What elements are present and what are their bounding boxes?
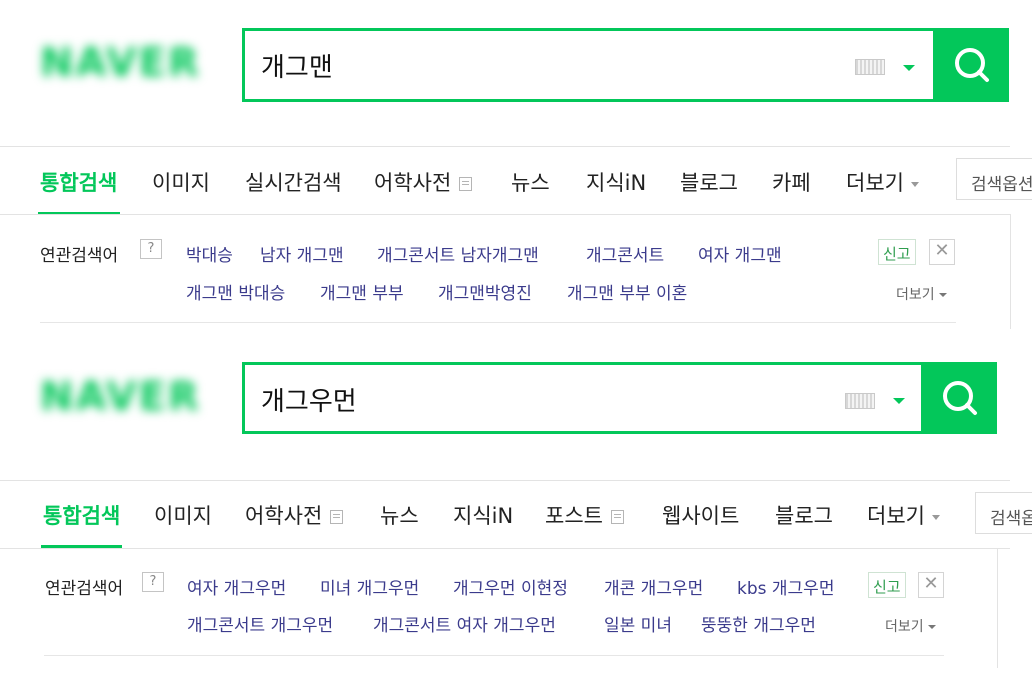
tab-kin[interactable]: 지식iN [586, 167, 646, 197]
related-link[interactable]: 개그콘서트 여자 개그우먼 [373, 611, 556, 636]
tab-more-label: 더보기 [867, 504, 925, 528]
tab-integrated[interactable]: 통합검색 [43, 500, 120, 530]
tabs-divider-top [0, 146, 1010, 147]
naver-logo[interactable]: NAVER [40, 40, 201, 86]
search-input[interactable]: 개그우먼 [261, 381, 357, 418]
search-box: 개그우먼 [242, 362, 924, 434]
related-link[interactable]: 개그우먼 이현정 [453, 574, 568, 599]
search-icon [943, 381, 977, 415]
help-icon[interactable]: ? [140, 239, 162, 259]
search-button[interactable] [923, 362, 997, 434]
external-window-icon [459, 177, 473, 191]
search-icon [955, 48, 989, 82]
right-divider [997, 548, 998, 668]
external-window-icon [330, 510, 344, 524]
tab-realtime[interactable]: 실시간검색 [245, 167, 342, 197]
related-link[interactable]: 개그콘서트 개그우먼 [187, 611, 333, 636]
dropdown-icon [931, 514, 940, 520]
search-options-button[interactable]: 검색옵션 [956, 158, 1032, 200]
tab-dictionary[interactable]: 어학사전 [245, 500, 344, 530]
dropdown-icon [910, 181, 919, 187]
help-icon[interactable]: ? [142, 572, 164, 592]
tab-images[interactable]: 이미지 [154, 500, 212, 530]
related-link[interactable]: 개그콘서트 [586, 241, 664, 266]
tab-dictionary-label: 어학사전 [245, 504, 323, 528]
tab-website[interactable]: 웹사이트 [662, 500, 739, 530]
report-button[interactable]: 신고 [878, 239, 916, 265]
search-box: 개그맨 [242, 28, 936, 102]
tab-more[interactable]: 더보기 [867, 500, 940, 530]
tab-more-label: 더보기 [846, 171, 904, 195]
related-link[interactable]: 개그맨 부부 이혼 [567, 279, 687, 304]
tab-news[interactable]: 뉴스 [380, 500, 419, 530]
related-link[interactable]: 박대승 [186, 241, 233, 266]
tab-post[interactable]: 포스트 [545, 500, 624, 530]
search-panel-1: NAVER 개그맨 통합검색 이미지 실시간검색 어학사전 뉴스 지식iN 블로… [0, 0, 1032, 334]
search-panel-2: NAVER 개그우먼 통합검색 이미지 어학사전 뉴스 지식iN 포스트 웹사이… [0, 334, 1032, 668]
related-link[interactable]: 미녀 개그우먼 [320, 574, 419, 599]
tab-dictionary-label: 어학사전 [374, 171, 452, 195]
close-icon[interactable]: ✕ [918, 572, 944, 598]
section-divider [40, 322, 956, 323]
related-link[interactable]: 개그맨 박대승 [186, 279, 285, 304]
related-link[interactable]: 뚱뚱한 개그우먼 [701, 611, 816, 636]
tab-post-label: 포스트 [545, 504, 603, 528]
more-link[interactable]: 더보기 [885, 616, 936, 636]
related-link[interactable]: 개그콘서트 남자개그맨 [377, 241, 539, 266]
tab-dictionary[interactable]: 어학사전 [374, 167, 473, 197]
tab-integrated[interactable]: 통합검색 [40, 167, 117, 197]
more-link-label: 더보기 [885, 619, 924, 635]
chevron-down-icon [927, 625, 936, 629]
related-link[interactable]: 여자 개그맨 [698, 241, 782, 266]
related-link[interactable]: 남자 개그맨 [260, 241, 344, 266]
autocomplete-toggle-icon[interactable] [903, 65, 915, 71]
search-input[interactable]: 개그맨 [261, 47, 333, 84]
tab-news[interactable]: 뉴스 [511, 167, 550, 197]
related-link[interactable]: 개그맨박영진 [438, 279, 532, 304]
autocomplete-toggle-icon[interactable] [893, 398, 905, 404]
tab-kin[interactable]: 지식iN [453, 500, 513, 530]
search-button[interactable] [935, 28, 1009, 102]
tab-images[interactable]: 이미지 [152, 167, 210, 197]
related-link[interactable]: 개그맨 부부 [320, 279, 404, 304]
tab-blog[interactable]: 블로그 [775, 500, 833, 530]
right-divider [1010, 214, 1011, 329]
tabs-divider-bottom [0, 548, 1010, 549]
keyboard-icon[interactable] [855, 59, 885, 75]
external-window-icon [610, 510, 624, 524]
related-search-label: 연관검색어 [45, 579, 124, 599]
naver-logo[interactable]: NAVER [40, 374, 201, 420]
section-divider [44, 655, 944, 656]
more-link-label: 더보기 [896, 287, 935, 303]
more-link[interactable]: 더보기 [896, 284, 947, 304]
tab-more[interactable]: 더보기 [846, 167, 919, 197]
related-search-label: 연관검색어 [40, 246, 119, 266]
tabs-divider-bottom [0, 214, 1010, 215]
related-link[interactable]: 여자 개그우먼 [187, 574, 286, 599]
search-options-button[interactable]: 검색옵 [975, 492, 1032, 534]
report-button[interactable]: 신고 [868, 572, 906, 598]
chevron-down-icon [938, 293, 947, 297]
related-link[interactable]: 개콘 개그우먼 [604, 574, 703, 599]
tabs-divider-top [0, 480, 1010, 481]
related-link[interactable]: kbs 개그우먼 [737, 574, 834, 599]
tab-cafe[interactable]: 카페 [772, 167, 811, 197]
keyboard-icon[interactable] [845, 393, 875, 409]
related-link[interactable]: 일본 미녀 [604, 611, 672, 636]
tab-blog[interactable]: 블로그 [680, 167, 738, 197]
close-icon[interactable]: ✕ [929, 239, 955, 265]
